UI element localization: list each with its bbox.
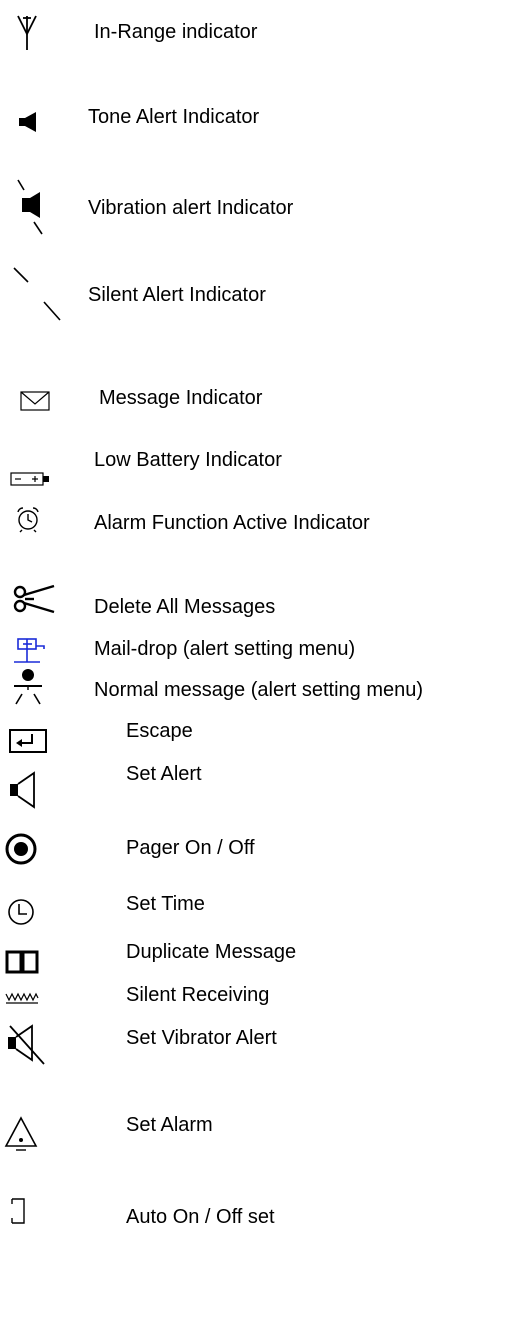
clock-icon bbox=[8, 899, 34, 925]
silent-alert-icon bbox=[13, 267, 61, 321]
legend-label: Set Alarm bbox=[126, 1114, 213, 1136]
mail-drop-icon bbox=[14, 638, 45, 663]
vibration-alert-icon bbox=[17, 179, 43, 235]
bracket-icon bbox=[11, 1198, 25, 1224]
legend-label: Escape bbox=[126, 720, 193, 742]
tone-alert-speaker-icon bbox=[19, 112, 36, 132]
escape-return-icon bbox=[9, 729, 47, 753]
legend-label: In-Range indicator bbox=[94, 21, 258, 43]
legend-label: Set Alert bbox=[126, 763, 202, 785]
muted-speaker-icon bbox=[8, 1024, 45, 1065]
alarm-clock-icon bbox=[17, 507, 39, 533]
legend-label: Silent Receiving bbox=[126, 984, 270, 1006]
low-battery-icon bbox=[10, 472, 49, 486]
legend-label: Set Time bbox=[126, 893, 205, 915]
legend-label: Duplicate Message bbox=[126, 941, 297, 963]
speaker-outline-icon bbox=[10, 771, 35, 809]
legend-label: Alarm Function Active Indicator bbox=[94, 512, 370, 534]
scissors-icon bbox=[13, 584, 55, 614]
envelope-icon bbox=[20, 391, 50, 411]
legend-label: Low Battery Indicator bbox=[94, 449, 282, 471]
zigzag-wave-icon bbox=[5, 992, 39, 1004]
legend-label: Silent Alert Indicator bbox=[88, 284, 266, 306]
normal-message-icon bbox=[14, 669, 42, 705]
power-circle-icon bbox=[5, 833, 37, 865]
legend-label: Message Indicator bbox=[99, 387, 263, 409]
legend-label: Set Vibrator Alert bbox=[126, 1027, 277, 1049]
legend-label: Tone Alert Indicator bbox=[88, 106, 260, 128]
legend-label: Normal message (alert setting menu) bbox=[94, 679, 424, 701]
in-range-antenna-icon bbox=[17, 15, 37, 50]
legend-label: Auto On / Off set bbox=[126, 1206, 275, 1228]
legend-label: Pager On / Off bbox=[126, 837, 255, 859]
legend-label: Vibration alert Indicator bbox=[88, 197, 294, 219]
legend-label: Delete All Messages bbox=[94, 596, 276, 618]
open-book-icon bbox=[5, 950, 39, 974]
bell-triangle-icon bbox=[4, 1116, 38, 1151]
legend-label: Mail-drop (alert setting menu) bbox=[94, 638, 356, 660]
